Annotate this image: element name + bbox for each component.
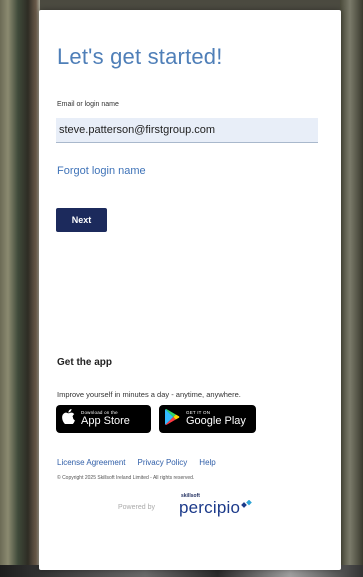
app-store-button[interactable]: Download on the App Store [56,405,151,433]
license-agreement-link[interactable]: License Agreement [57,458,126,467]
google-play-icon [165,408,180,430]
google-play-label: Google Play [186,415,246,428]
footer-links: License Agreement Privacy Policy Help [57,458,216,467]
percipio-logo: skillsoft percipio [179,493,259,523]
google-play-button[interactable]: GET IT ON Google Play [159,405,256,433]
page-title: Let's get started! [57,44,223,69]
help-link[interactable]: Help [199,458,215,467]
powered-by-text: Powered by [118,504,155,511]
get-app-heading: Get the app [57,357,113,368]
app-tagline: Improve yourself in minutes a day - anyt… [57,390,241,399]
email-field-label: Email or login name [57,101,119,108]
app-store-label: App Store [81,415,130,428]
email-field[interactable] [56,118,318,143]
percipio-logo-icon [241,497,253,515]
privacy-policy-link[interactable]: Privacy Policy [138,458,188,467]
next-button[interactable]: Next [56,208,107,232]
apple-icon [62,409,75,429]
forgot-login-link[interactable]: Forgot login name [57,165,146,177]
login-card: Let's get started! Email or login name F… [39,10,341,570]
percipio-logo-text: percipio [179,498,241,517]
copyright-text: © Copyright 2025 Skillsoft Ireland Limit… [57,475,195,481]
